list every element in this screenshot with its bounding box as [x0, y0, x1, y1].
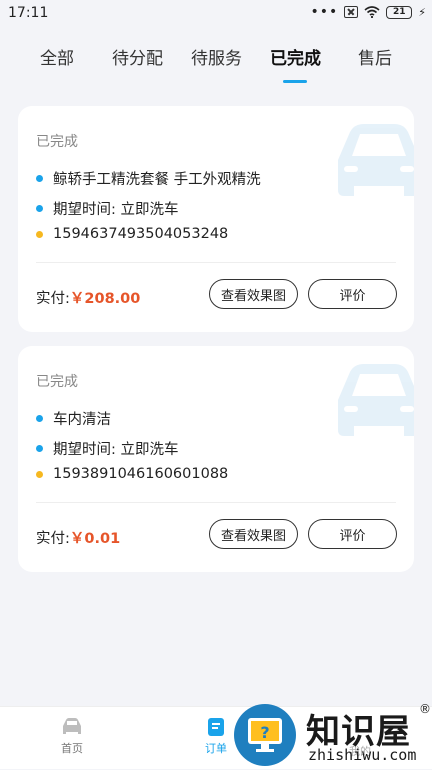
car-watermark-icon — [338, 364, 414, 436]
paid-amount: 实付:￥0.01 — [36, 527, 120, 548]
no-sim-icon — [344, 6, 359, 18]
order-status: 已完成 — [36, 374, 78, 390]
tab-completed[interactable]: 已完成 — [270, 44, 321, 69]
bullet-dot — [36, 205, 43, 212]
time-row: 期望时间: 立即洗车 — [36, 438, 179, 459]
order-card[interactable]: 已完成 鲸轿手工精洗套餐 手工外观精洗 期望时间: 立即洗车 159463749… — [18, 106, 414, 332]
bullet-dot — [36, 230, 43, 238]
svg-text:?: ? — [260, 723, 269, 742]
divider — [36, 502, 396, 503]
bullet-dot — [36, 445, 43, 452]
bullet-dot — [36, 415, 43, 422]
tab-pending-assign[interactable]: 待分配 — [112, 44, 163, 69]
paid-amount: 实付:￥208.00 — [36, 287, 140, 308]
order-no-row: 1594637493504053248 — [36, 226, 228, 242]
tab-all[interactable]: 全部 — [40, 44, 74, 69]
tab-pending-service[interactable]: 待服务 — [191, 44, 242, 69]
tab-after-sales[interactable]: 售后 — [358, 44, 392, 69]
nav-home[interactable]: 首页 — [42, 717, 102, 756]
rate-button[interactable]: 评价 — [308, 279, 397, 309]
car-icon — [63, 718, 81, 734]
expected-time: 期望时间: 立即洗车 — [53, 442, 179, 458]
order-number: 1594637493504053248 — [53, 226, 229, 242]
status-bar: 17:11 ••• 21 ⚡ — [0, 0, 432, 28]
price: ￥0.01 — [69, 531, 121, 547]
watermark-circle: ? — [234, 704, 296, 766]
charging-icon: ⚡ — [418, 5, 426, 19]
status-time: 17:11 — [8, 5, 49, 21]
time-row: 期望时间: 立即洗车 — [36, 198, 179, 219]
paid-label: 实付: — [36, 291, 70, 307]
car-watermark-icon — [338, 124, 414, 196]
question-monitor-icon: ? — [248, 718, 282, 752]
expected-time: 期望时间: 立即洗车 — [53, 202, 179, 218]
bullet-dot — [36, 175, 43, 182]
order-tabs: 全部 待分配 待服务 已完成 售后 — [0, 36, 432, 84]
wifi-icon — [364, 6, 380, 18]
view-effect-button[interactable]: 查看效果图 — [209, 279, 298, 309]
nav-home-label: 首页 — [61, 742, 83, 755]
order-list-icon — [208, 718, 224, 736]
paid-label: 实付: — [36, 531, 70, 547]
site-watermark-logo: ? 知识屋 ® zhishiwu.com — [234, 702, 432, 768]
order-no-row: 1593891046160601088 — [36, 466, 228, 482]
nav-orders-label: 订单 — [205, 742, 227, 755]
service-name: 车内清洁 — [53, 412, 111, 428]
rate-button[interactable]: 评价 — [308, 519, 397, 549]
registered-mark: ® — [419, 702, 431, 716]
order-card[interactable]: 已完成 车内清洁 期望时间: 立即洗车 1593891046160601088 … — [18, 346, 414, 572]
service-row: 鲸轿手工精洗套餐 手工外观精洗 — [36, 168, 261, 189]
bullet-dot — [36, 470, 43, 478]
price: ￥208.00 — [69, 291, 141, 307]
active-tab-indicator — [283, 80, 307, 83]
battery-icon: 21 — [386, 5, 413, 19]
divider — [36, 262, 396, 263]
service-row: 车内清洁 — [36, 408, 111, 429]
watermark-url: zhishiwu.com — [308, 746, 417, 764]
status-icons: ••• 21 ⚡ — [310, 5, 426, 19]
order-status: 已完成 — [36, 134, 78, 150]
more-dots-icon: ••• — [310, 4, 339, 20]
order-number: 1593891046160601088 — [53, 466, 229, 482]
service-name: 鲸轿手工精洗套餐 手工外观精洗 — [53, 172, 261, 188]
view-effect-button[interactable]: 查看效果图 — [209, 519, 298, 549]
